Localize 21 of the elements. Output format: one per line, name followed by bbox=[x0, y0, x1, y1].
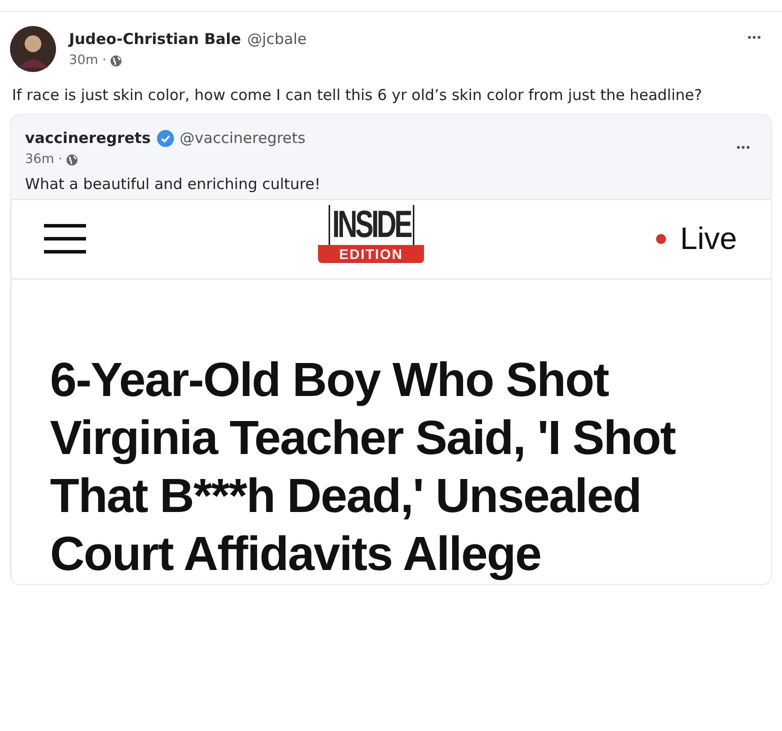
author-handle[interactable]: @vaccineregrets bbox=[180, 129, 306, 147]
author-name[interactable]: vaccineregrets bbox=[25, 129, 151, 147]
menu-icon bbox=[44, 224, 86, 254]
post-time: 36m bbox=[25, 152, 54, 167]
author-name[interactable]: Judeo-Christian Bale bbox=[69, 30, 242, 48]
live-label: Live bbox=[680, 221, 737, 257]
author-handle[interactable]: @jcbale bbox=[247, 30, 307, 48]
globe-icon bbox=[110, 54, 122, 66]
post-text: If race is just skin color, how come I can tell this 6 yr old’s skin color from just the headline? bbox=[12, 86, 704, 104]
more-button[interactable]: ••• bbox=[730, 129, 757, 167]
live-dot bbox=[656, 234, 666, 244]
more-button[interactable]: ••• bbox=[741, 30, 768, 46]
globe-icon bbox=[66, 154, 78, 166]
logo-label: EDITION bbox=[318, 245, 424, 263]
avatar[interactable] bbox=[10, 26, 56, 72]
headline: 6-Year-Old Boy Who Shot Virginia Teacher Said, 'I Shot That B***h Dead,' Unsealed Court Affidavits Allege bbox=[49, 353, 676, 583]
separator: · bbox=[102, 53, 106, 68]
post-time: 30m bbox=[69, 53, 98, 68]
post-text: What a beautiful and enriching culture! bbox=[25, 175, 322, 193]
separator: · bbox=[58, 152, 62, 167]
quoted-post[interactable] bbox=[10, 114, 772, 585]
